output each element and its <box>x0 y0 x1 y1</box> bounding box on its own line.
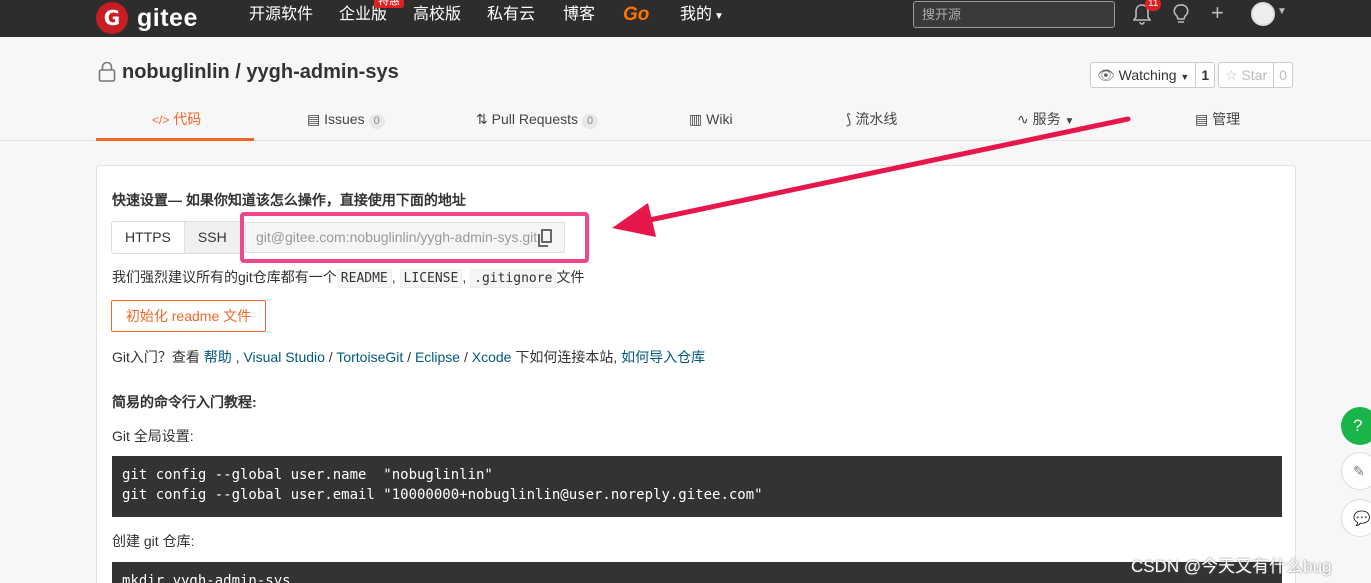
eye-icon: 👁 <box>1097 67 1115 83</box>
readme-code: README <box>336 269 392 288</box>
csdn-watermark: CSDN @今天又有什么bug <box>1131 557 1332 576</box>
tab-pull-requests[interactable]: ⇅ Pull Requests 0 <box>476 110 599 140</box>
pipeline-icon: ⟆ <box>846 111 852 127</box>
nav-mine-label: 我的 <box>680 6 713 23</box>
tutorial-title: 简易的命令行入门教程: <box>112 394 257 410</box>
repo-title: nobuglinlin / yygh-admin-sys <box>122 61 399 84</box>
active-tab-indicator <box>96 138 254 141</box>
issues-icon: ▤ <box>307 111 321 127</box>
tab-issues-label: Issues <box>324 111 365 127</box>
gitee-logo-text: gitee <box>137 3 198 32</box>
help-button[interactable]: ? <box>1341 407 1371 445</box>
lock-icon <box>98 62 116 82</box>
chevron-down-icon: ▼ <box>714 11 724 22</box>
tab-service-label: 服务 <box>1032 111 1061 127</box>
edit-icon: ✎ <box>1353 463 1365 479</box>
global-settings-label: Git 全局设置: <box>112 428 194 444</box>
avatar[interactable] <box>1251 2 1275 26</box>
visual-studio-link[interactable]: Visual Studio <box>243 349 324 365</box>
watching-count[interactable]: 1 <box>1196 63 1214 87</box>
eclipse-link[interactable]: Eclipse <box>415 349 460 365</box>
watching-label: Watching <box>1118 67 1177 83</box>
service-icon: ∿ <box>1017 111 1029 127</box>
license-code: LICENSE <box>399 269 463 288</box>
chat-icon: 💬 <box>1353 510 1371 526</box>
init-readme-button[interactable]: 初始化 readme 文件 <box>111 300 266 332</box>
create-repo-label: 创建 git 仓库: <box>112 533 195 549</box>
global-config-codeblock: git config --global user.name "nobuglinl… <box>112 456 1282 517</box>
recommend-text: 我们强烈建议所有的git仓库都有一个 README, LICENSE, .giti… <box>112 269 585 288</box>
search-input[interactable]: 搜开源 <box>913 1 1115 28</box>
code-line: git config --global user.name "nobuglinl… <box>122 467 493 483</box>
lightbulb-icon[interactable] <box>1172 3 1190 31</box>
tab-pull-requests-label: Pull Requests <box>491 111 579 127</box>
tab-pipeline-label: 流水线 <box>855 111 898 127</box>
code-icon: </> <box>152 113 170 127</box>
star-label: Star <box>1241 67 1268 83</box>
nav-blog[interactable]: 博客 <box>563 0 595 30</box>
nav-university[interactable]: 高校版 <box>413 0 461 30</box>
repo-owner-link[interactable]: nobuglinlin <box>122 61 230 83</box>
recommend-prefix: 我们强烈建议所有的git仓库都有一个 <box>112 269 337 285</box>
git-entry-prefix: Git入门？查看 <box>112 349 200 365</box>
gitee-logo-icon: G <box>96 2 128 34</box>
star-icon: ☆ <box>1225 67 1238 83</box>
watching-button[interactable]: 👁 Watching ▼ 1 <box>1090 62 1216 88</box>
nav-open-source[interactable]: 开源软件 <box>249 0 313 30</box>
watching-main[interactable]: 👁 Watching ▼ <box>1091 63 1197 87</box>
star-count[interactable]: 0 <box>1274 63 1292 87</box>
nav-go[interactable]: Go <box>623 0 649 30</box>
tab-manage-label: 管理 <box>1212 111 1241 127</box>
import-repo-link[interactable]: 如何导入仓库 <box>621 349 705 365</box>
create-repo-codeblock: mkdir yygh-admin-sys <box>112 562 1282 583</box>
enterprise-badge: 特惠 <box>374 0 404 8</box>
nav-private-cloud[interactable]: 私有云 <box>487 0 535 30</box>
plus-icon[interactable]: + <box>1211 0 1224 26</box>
caret-down-icon: ▼ <box>1180 72 1190 82</box>
quick-setup-title: 快速设置— 如果你知道该怎么操作，直接使用下面的地址 <box>112 192 466 208</box>
git-entry-middle: 下如何连接本站, <box>515 349 618 365</box>
top-navbar: G gitee 开源软件 企业版 特惠 高校版 私有云 博客 Go 我的 ▼ 搜开… <box>0 0 1371 37</box>
recommend-suffix: 文件 <box>556 269 585 285</box>
repo-separator: / <box>229 61 247 83</box>
tab-pipeline[interactable]: ⟆ 流水线 <box>846 110 897 140</box>
issues-count: 0 <box>368 114 385 129</box>
tab-code[interactable]: </> 代码 <box>152 110 201 140</box>
caret-down-icon: ▼ <box>1064 116 1075 127</box>
ssh-button[interactable]: SSH <box>183 222 240 253</box>
tab-service[interactable]: ∿ 服务 ▼ <box>1017 110 1074 140</box>
tab-wiki-label: Wiki <box>706 111 733 127</box>
tab-wiki[interactable]: ▥ Wiki <box>689 110 733 140</box>
highlight-box <box>240 212 589 263</box>
wiki-icon: ▥ <box>689 111 703 127</box>
manage-icon: ▤ <box>1195 111 1209 127</box>
tab-code-label: 代码 <box>173 111 202 127</box>
notification-badge: 11 <box>1145 0 1162 11</box>
tortoisegit-link[interactable]: TortoiseGit <box>336 349 403 365</box>
help-link[interactable]: 帮助 <box>204 349 232 365</box>
repo-name-link[interactable]: yygh-admin-sys <box>246 61 398 83</box>
tab-manage[interactable]: ▤ 管理 <box>1195 110 1240 140</box>
repo-header: nobuglinlin / yygh-admin-sys 👁 Watching … <box>0 37 1371 141</box>
pull-request-icon: ⇅ <box>476 111 488 127</box>
star-button[interactable]: ☆ Star 0 <box>1218 62 1293 88</box>
https-button[interactable]: HTTPS <box>112 222 184 253</box>
chevron-down-icon[interactable]: ▼ <box>1277 6 1287 17</box>
star-main[interactable]: ☆ Star <box>1219 63 1275 87</box>
edit-feedback-button[interactable]: ✎ <box>1341 452 1371 490</box>
tab-issues[interactable]: ▤ Issues 0 <box>307 110 385 140</box>
nav-mine[interactable]: 我的 ▼ <box>680 0 724 30</box>
gitee-logo[interactable]: G gitee <box>96 2 198 34</box>
code-line: git config --global user.email "10000000… <box>122 487 763 503</box>
protocol-switch: HTTPS SSH <box>111 221 241 254</box>
chat-button[interactable]: 💬 <box>1341 499 1371 537</box>
xcode-link[interactable]: Xcode <box>472 349 512 365</box>
code-line: mkdir yygh-admin-sys <box>122 573 291 583</box>
gitignore-code: .gitignore <box>470 269 557 288</box>
git-entry-text: Git入门？查看 帮助 , Visual Studio / TortoiseGi… <box>112 349 706 365</box>
pull-requests-count: 0 <box>582 114 599 129</box>
